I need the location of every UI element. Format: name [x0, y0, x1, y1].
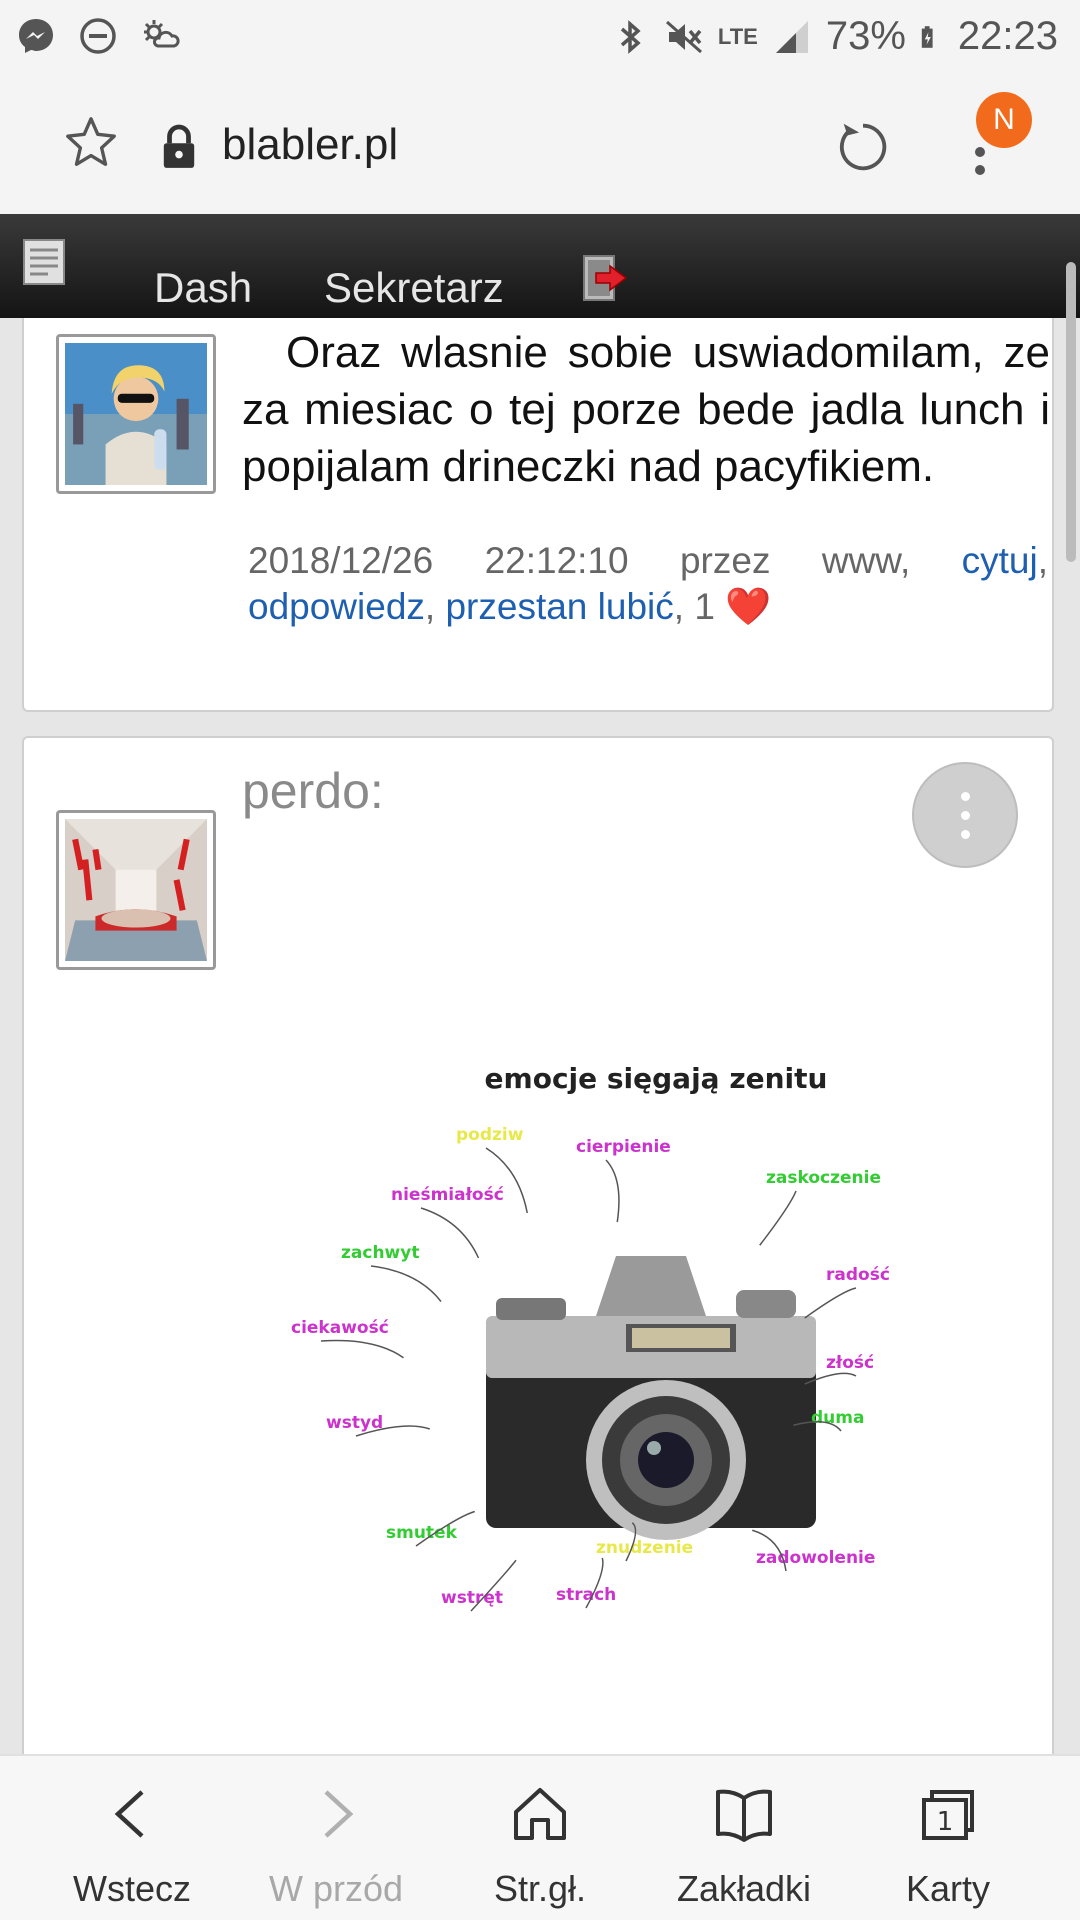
- network-type: LTE: [717, 23, 758, 49]
- status-bar: LTE 73% 22:23: [0, 0, 1080, 76]
- back-icon: [114, 1790, 144, 1838]
- heart-icon: ❤️: [725, 586, 772, 627]
- dot: [960, 791, 970, 801]
- post-text: Oraz wlasnie sobie uswiadomilam, ze za m…: [242, 328, 1050, 491]
- home-label: Str.gł.: [493, 1868, 587, 1909]
- avatar[interactable]: [56, 334, 216, 494]
- post-card: Oraz wlasnie sobie uswiadomilam, ze za m…: [22, 318, 1054, 712]
- bluetooth-icon: [620, 19, 641, 54]
- post-via: przez www,: [679, 540, 911, 581]
- reload-icon[interactable]: [834, 118, 892, 176]
- feed: Oraz wlasnie sobie uswiadomilam, ze za m…: [0, 318, 1080, 1754]
- back-button[interactable]: Wstecz: [24, 1756, 240, 1920]
- signal-icon: [775, 20, 808, 53]
- status-right-icons: LTE 73% 22:23: [610, 14, 1058, 59]
- home-icon: [514, 1788, 566, 1840]
- emotion-label: zachwyt: [341, 1243, 419, 1263]
- document-icon[interactable]: [22, 238, 66, 286]
- battery-percent: 73%: [825, 14, 906, 58]
- bookmarks-label: Zakładki: [676, 1868, 812, 1909]
- forward-button[interactable]: W przód: [228, 1756, 444, 1920]
- unlike-link[interactable]: przestan lubić: [445, 586, 673, 627]
- browser-toolbar: blabler.pl N: [0, 76, 1080, 214]
- post-card: perdo: emocje sięgają zenitu podziw cier…: [22, 736, 1054, 1754]
- avatar-image: [65, 819, 207, 961]
- emotion-pointer-line: [759, 1190, 797, 1246]
- emotion-label: znudzenie: [596, 1538, 693, 1558]
- emotion-label: ciekawość: [291, 1318, 389, 1338]
- emotion-label: zadowolenie: [756, 1548, 875, 1568]
- site-navbar: Dash Sekretarz: [0, 214, 1080, 318]
- avatar[interactable]: [56, 810, 216, 970]
- tabs-icon: 1: [922, 1790, 974, 1840]
- quote-link[interactable]: cytuj: [962, 540, 1038, 581]
- bookmarks-icon: [716, 1789, 772, 1842]
- status-left-icons: [16, 16, 180, 56]
- back-label: Wstecz: [72, 1868, 191, 1909]
- post-image[interactable]: emocje sięgają zenitu podziw cierpienie …: [256, 1028, 1036, 1754]
- dnd-icon: [80, 18, 116, 54]
- nav-sekretarz[interactable]: Sekretarz: [324, 264, 504, 312]
- emotion-pointer-line: [370, 1265, 442, 1302]
- logout-icon[interactable]: [578, 254, 628, 302]
- post-date: 2018/12/26 22:12:10: [248, 540, 629, 581]
- dot: [960, 829, 970, 839]
- mute-icon: [665, 20, 702, 53]
- emotion-label: strach: [556, 1585, 616, 1605]
- emotion-label: nieśmiałość: [391, 1185, 504, 1205]
- emotion-pointer-line: [420, 1207, 480, 1259]
- forward-icon: [324, 1790, 354, 1838]
- tabs-button[interactable]: 1 Karty: [840, 1756, 1056, 1920]
- emotion-label: cierpienie: [576, 1137, 671, 1157]
- nav-dash[interactable]: Dash: [154, 264, 252, 312]
- bookmarks-button[interactable]: Zakładki: [636, 1756, 852, 1920]
- avatar-image: [65, 343, 207, 485]
- forward-label: W przód: [268, 1868, 404, 1909]
- profile-badge[interactable]: N: [976, 92, 1032, 148]
- url-field[interactable]: blabler.pl: [222, 120, 398, 170]
- battery-icon: [921, 25, 933, 48]
- camera-illustration: [486, 1256, 816, 1540]
- post-meta: 2018/12/26 22:12:10 przez www, cytuj, od…: [248, 540, 1048, 627]
- home-button[interactable]: Str.gł.: [432, 1756, 648, 1920]
- emotion-pointer-line: [320, 1339, 404, 1359]
- browser-bottom-bar: Wstecz W przód Str.gł. Zakładki 1 Karty: [0, 1754, 1080, 1920]
- lock-icon: [163, 124, 195, 168]
- bookmark-star-icon[interactable]: [62, 114, 120, 172]
- post-options-button[interactable]: [912, 762, 1018, 868]
- emotion-label: radość: [826, 1265, 890, 1285]
- emotion-pointer-line: [804, 1287, 857, 1319]
- like-count: 1: [694, 586, 715, 627]
- emotion-label: duma: [811, 1408, 864, 1428]
- image-title: emocje sięgają zenitu: [485, 1062, 828, 1095]
- emotions-camera-image: emocje sięgają zenitu podziwcierpienieza…: [291, 1062, 890, 1612]
- dot: [960, 810, 970, 820]
- weather-icon: [144, 20, 180, 48]
- emotion-label: złość: [826, 1353, 874, 1373]
- messenger-icon: [19, 19, 53, 53]
- emotion-label: wstręt: [441, 1588, 503, 1608]
- tabs-count: 1: [937, 1807, 954, 1837]
- post-author[interactable]: perdo:: [242, 762, 384, 820]
- emotion-label: podziw: [456, 1125, 524, 1145]
- clock: 22:23: [957, 14, 1058, 58]
- emotion-pointer-line: [605, 1159, 620, 1223]
- reply-link[interactable]: odpowiedz: [248, 586, 425, 627]
- tabs-label: Karty: [905, 1868, 991, 1909]
- emotion-label: zaskoczenie: [766, 1168, 881, 1188]
- scrollbar[interactable]: [1066, 262, 1076, 562]
